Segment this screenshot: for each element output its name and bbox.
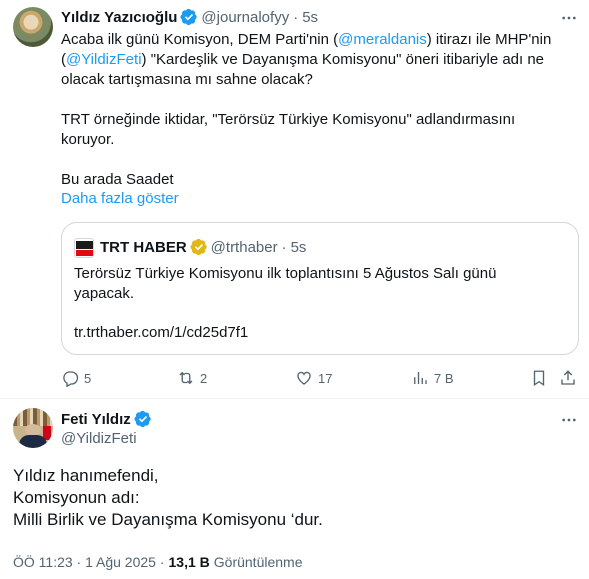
like-icon — [297, 371, 311, 385]
share-button[interactable] — [559, 367, 577, 389]
tweet-line: Milli Birlik ve Dayanışma Komisyonu ‘dur… — [13, 510, 323, 529]
quote-author-handle[interactable]: @trthaber — [211, 239, 278, 256]
author-handle[interactable]: @YildizFeti — [61, 430, 137, 447]
quote-author-name[interactable]: TRT HABER — [100, 239, 187, 256]
tweet-time[interactable]: 5s — [302, 9, 318, 26]
avatar[interactable] — [13, 408, 53, 448]
separator-dot: · — [281, 238, 287, 256]
quoted-tweet[interactable]: TRT HABER @trthaber · 5s Terörsüz Türkiy… — [61, 222, 579, 355]
more-icon[interactable] — [561, 412, 577, 428]
quote-time[interactable]: 5s — [291, 239, 307, 256]
tweet-paragraph-1: Acaba ilk günü Komisyon, DEM Parti'nin (… — [61, 30, 571, 90]
author-handle[interactable]: @journalofyy — [201, 9, 289, 26]
text-segment: Acaba ilk günü Komisyon, DEM Parti'nin ( — [61, 31, 339, 48]
author-name[interactable]: Feti Yıldız — [61, 411, 131, 428]
views-count: 13,1 B — [168, 554, 210, 570]
reply-icon — [63, 371, 79, 387]
tweet-paragraph-3: Bu arada Saadet — [61, 171, 174, 188]
tweet-header: Yıldız Yazıcıoğlu @journalofyy · 5s — [61, 7, 318, 27]
show-more-link[interactable]: Daha fazla göster — [61, 189, 179, 209]
views-button[interactable]: 7 B — [411, 367, 454, 389]
bookmark-button[interactable] — [530, 367, 548, 389]
repost-count: 2 — [200, 370, 208, 386]
quote-header: TRT HABER @trthaber · 5s — [100, 237, 306, 257]
like-button[interactable]: 17 — [295, 367, 332, 389]
mention-link[interactable]: @meraldanis — [338, 31, 427, 48]
reply-button[interactable]: 5 — [61, 367, 91, 389]
views-count: 7 B — [434, 370, 454, 386]
tweet-line: Komisyonun adı: — [13, 488, 140, 507]
separator-dot: · — [293, 8, 299, 26]
views-icon — [414, 372, 427, 384]
tweet-yildiz-yazicioglu[interactable]: Yıldız Yazıcıoğlu @journalofyy · 5s Acab… — [0, 0, 589, 398]
repost-button[interactable]: 2 — [177, 367, 207, 389]
tweet-timestamp[interactable]: ÖÖ 11:23 · 1 Ağu 2025 · — [13, 554, 165, 570]
tweet-feti-yildiz[interactable]: Feti Yıldız @YildizFeti Yıldız hanımefen… — [0, 399, 589, 579]
more-icon[interactable] — [561, 10, 577, 26]
tweet-meta: ÖÖ 11:23 · 1 Ağu 2025 · 13,1 B Görüntüle… — [13, 554, 302, 570]
tweet-body: Yıldız hanımefendi, Komisyonun adı: Mill… — [13, 465, 573, 531]
author-name[interactable]: Yıldız Yazıcıoğlu — [61, 9, 177, 26]
tweet-line: Yıldız hanımefendi, — [13, 466, 159, 485]
tweet-actions: 5 2 17 7 B — [61, 367, 579, 389]
trt-haber-logo — [74, 238, 94, 258]
verified-badge-icon — [190, 238, 207, 256]
quote-link[interactable]: tr.trthaber.com/1/cd25d7f1 — [74, 323, 248, 343]
tweet-body: Acaba ilk günü Komisyon, DEM Parti'nin (… — [61, 30, 571, 190]
repost-icon — [179, 371, 193, 385]
tweet-header: Feti Yıldız — [61, 410, 155, 428]
mention-link[interactable]: @YildizFeti — [66, 51, 142, 68]
reply-count: 5 — [84, 370, 92, 386]
like-count: 17 — [318, 370, 333, 386]
verified-badge-icon — [180, 8, 198, 26]
tweet-paragraph-2: TRT örneğinde iktidar, "Terörsüz Türkiye… — [61, 111, 516, 148]
quote-text: Terörsüz Türkiye Komisyonu ilk toplantıs… — [74, 265, 497, 302]
verified-badge-icon — [134, 410, 151, 428]
share-icon — [561, 370, 575, 385]
avatar[interactable] — [13, 7, 53, 47]
views-label: Görüntülenme — [213, 554, 303, 570]
bookmark-icon — [533, 370, 545, 387]
